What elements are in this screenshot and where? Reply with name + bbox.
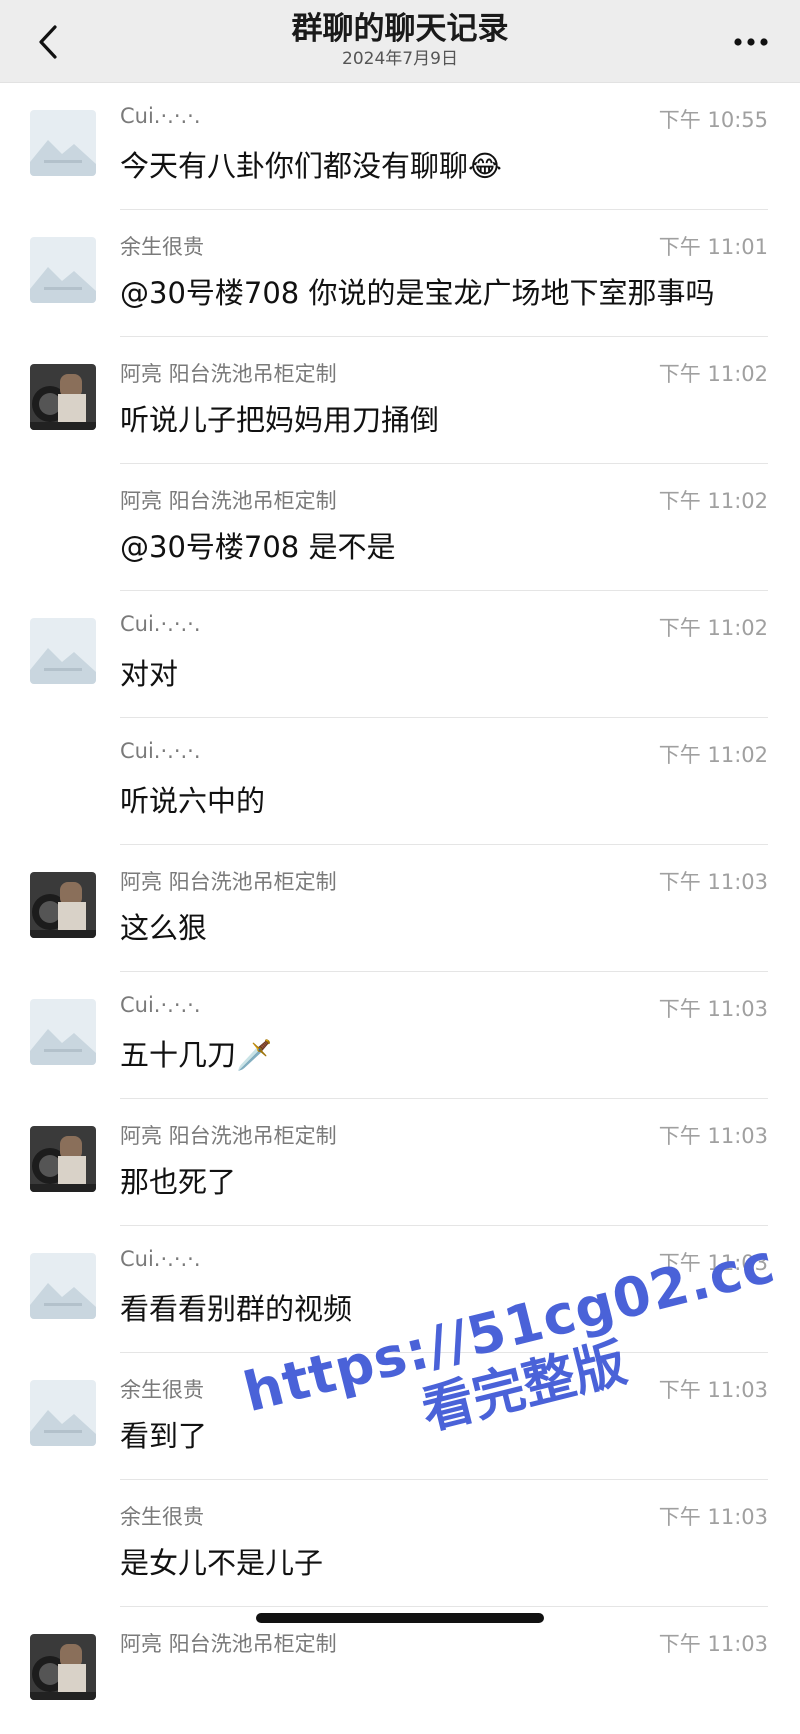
- message-text[interactable]: 这么狠: [120, 905, 207, 947]
- message-text[interactable]: 听说儿子把妈妈用刀捅倒: [120, 397, 439, 439]
- message-row[interactable]: 阿亮 阳台洗池吊柜定制 下午 11:03 那也死了: [0, 1099, 800, 1226]
- message-row[interactable]: 阿亮 阳台洗池吊柜定制 下午 11:02 听说儿子把妈妈用刀捅倒: [0, 337, 800, 464]
- message-row[interactable]: Cui.·.·.·. 下午 11:03 看看看别群的视频: [0, 1226, 800, 1353]
- message-time: 下午 11:02: [658, 743, 768, 767]
- page-title: 群聊的聊天记录: [291, 11, 509, 47]
- sender-name: 阿亮 阳台洗池吊柜定制: [120, 362, 337, 386]
- message-text[interactable]: 是女儿不是儿子: [120, 1540, 323, 1582]
- message-text[interactable]: 看到了: [120, 1413, 207, 1455]
- avatar[interactable]: [30, 110, 96, 176]
- sender-name: 余生很贵: [120, 1378, 204, 1402]
- header-bar: 群聊的聊天记录 2024年7月9日: [0, 0, 800, 83]
- message-row[interactable]: Cui.·.·.·. 下午 11:03 五十几刀🗡️: [0, 972, 800, 1099]
- back-button[interactable]: [28, 22, 68, 62]
- home-indicator: [256, 1613, 544, 1623]
- message-time: 下午 10:55: [658, 108, 768, 132]
- message-row[interactable]: Cui.·.·.·. 下午 11:02 对对: [0, 591, 800, 718]
- avatar[interactable]: [30, 1253, 96, 1319]
- message-row[interactable]: 余生很贵 下午 11:03 是女儿不是儿子: [0, 1480, 800, 1607]
- sender-name: 阿亮 阳台洗池吊柜定制: [120, 870, 337, 894]
- message-time: 下午 11:01: [658, 235, 768, 259]
- message-row[interactable]: 阿亮 阳台洗池吊柜定制 下午 11:03 这么狠: [0, 845, 800, 972]
- avatar[interactable]: [30, 999, 96, 1065]
- message-row[interactable]: 阿亮 阳台洗池吊柜定制 下午 11:03: [0, 1607, 800, 1734]
- message-time: 下午 11:02: [658, 616, 768, 640]
- sender-name: Cui.·.·.·.: [120, 993, 201, 1017]
- message-text[interactable]: 今天有八卦你们都没有聊聊😂: [120, 143, 502, 185]
- sender-name: Cui.·.·.·.: [120, 612, 201, 636]
- message-row[interactable]: Cui.·.·.·. 下午 11:02 听说六中的: [0, 718, 800, 845]
- message-time: 下午 11:02: [658, 489, 768, 513]
- more-button[interactable]: [726, 22, 776, 62]
- avatar[interactable]: [30, 364, 96, 430]
- message-text[interactable]: 五十几刀🗡️: [120, 1032, 272, 1074]
- message-time: 下午 11:03: [658, 997, 768, 1021]
- message-text[interactable]: 那也死了: [120, 1159, 236, 1201]
- message-time: 下午 11:03: [658, 1378, 768, 1402]
- message-time: 下午 11:03: [658, 1632, 768, 1656]
- message-text[interactable]: @30号楼708 你说的是宝龙广场地下室那事吗: [120, 270, 714, 312]
- avatar[interactable]: [30, 237, 96, 303]
- title-block: 群聊的聊天记录 2024年7月9日: [150, 10, 650, 70]
- page-date: 2024年7月9日: [342, 49, 458, 69]
- sender-name: Cui.·.·.·.: [120, 739, 201, 763]
- message-text[interactable]: 看看看别群的视频: [120, 1286, 352, 1328]
- message-time: 下午 11:03: [658, 1251, 768, 1275]
- message-time: 下午 11:03: [658, 1505, 768, 1529]
- message-time: 下午 11:03: [658, 1124, 768, 1148]
- message-text[interactable]: 听说六中的: [120, 778, 265, 820]
- message-text[interactable]: 对对: [120, 651, 178, 693]
- sender-name: Cui.·.·.·.: [120, 1247, 201, 1271]
- sender-name: 余生很贵: [120, 1505, 204, 1529]
- sender-name: 阿亮 阳台洗池吊柜定制: [120, 1124, 337, 1148]
- sender-name: 余生很贵: [120, 235, 204, 259]
- message-time: 下午 11:03: [658, 870, 768, 894]
- chevron-left-icon: [39, 25, 57, 59]
- message-row[interactable]: Cui.·.·.·. 下午 10:55 今天有八卦你们都没有聊聊😂: [0, 83, 800, 210]
- message-row[interactable]: 余生很贵 下午 11:01 @30号楼708 你说的是宝龙广场地下室那事吗: [0, 210, 800, 337]
- message-row[interactable]: 阿亮 阳台洗池吊柜定制 下午 11:02 @30号楼708 是不是: [0, 464, 800, 591]
- message-text[interactable]: @30号楼708 是不是: [120, 524, 395, 566]
- sender-name: 阿亮 阳台洗池吊柜定制: [120, 1632, 337, 1656]
- avatar[interactable]: [30, 1380, 96, 1446]
- avatar[interactable]: [30, 872, 96, 938]
- message-list[interactable]: Cui.·.·.·. 下午 10:55 今天有八卦你们都没有聊聊😂 余生很贵 下午 11…: [0, 83, 800, 1734]
- message-time: 下午 11:02: [658, 362, 768, 386]
- message-row[interactable]: 余生很贵 下午 11:03 看到了: [0, 1353, 800, 1480]
- sender-name: 阿亮 阳台洗池吊柜定制: [120, 489, 337, 513]
- avatar[interactable]: [30, 618, 96, 684]
- more-horizontal-icon: [734, 38, 768, 46]
- sender-name: Cui.·.·.·.: [120, 104, 201, 128]
- avatar[interactable]: [30, 1126, 96, 1192]
